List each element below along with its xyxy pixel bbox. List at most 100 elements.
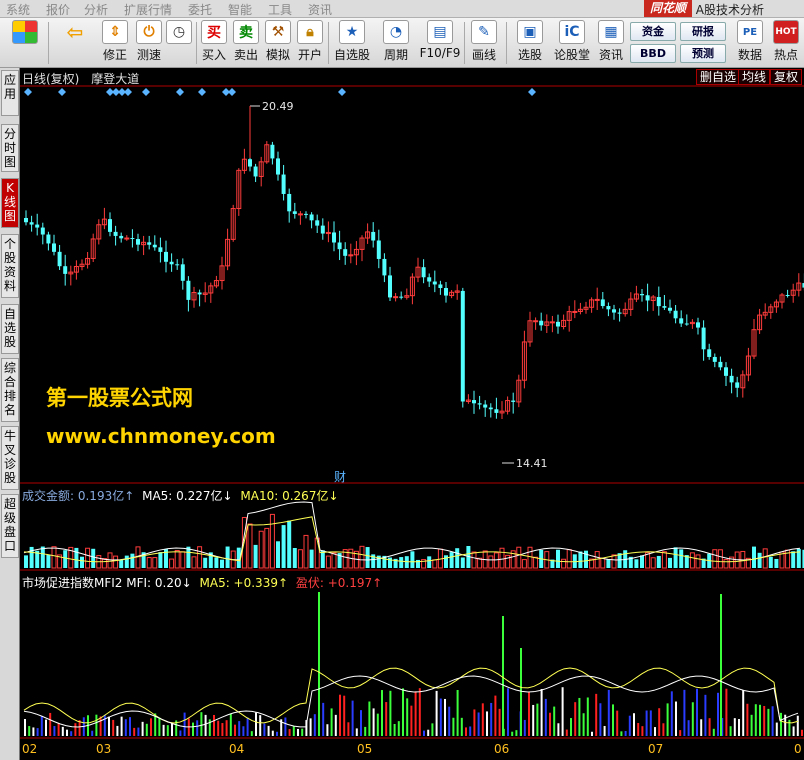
mfi-bar — [330, 708, 333, 736]
mfi-bar — [166, 725, 169, 736]
x-label-06: 06 — [494, 742, 510, 756]
menu-analysis[interactable]: 分析 — [84, 1, 108, 18]
forecast-button[interactable]: 预测 — [680, 44, 726, 63]
sell-button[interactable]: 卖 卖出 — [230, 20, 262, 66]
mfi-bar — [385, 702, 388, 736]
volume-bar — [712, 549, 718, 569]
tab-watchlist[interactable]: 自选股 — [1, 304, 19, 354]
menu-order[interactable]: 委托 — [188, 1, 212, 18]
volume-bar — [600, 557, 606, 569]
volume-bar — [258, 530, 264, 569]
open-account-button[interactable]: 🔒︎ 开户 — [294, 20, 326, 66]
volume-bar — [768, 556, 773, 568]
monitor-icon: ▣ — [517, 20, 543, 44]
finance-marker[interactable]: 财 — [334, 468, 346, 485]
mfi-bar — [578, 697, 581, 736]
menu-smart[interactable]: 智能 — [228, 1, 252, 18]
chart-canvas[interactable] — [20, 68, 804, 760]
forum-button[interactable]: iC 论股堂 — [552, 20, 592, 66]
mfi-bar — [196, 720, 199, 736]
research-report-button[interactable]: 研报 — [680, 22, 726, 41]
volume-bar — [606, 559, 611, 568]
mfi-bar — [322, 702, 325, 736]
mfi-bar — [326, 724, 329, 736]
pen-icon: ✎ — [471, 20, 497, 44]
news-button[interactable]: ▦ 资讯 — [594, 20, 628, 66]
draw-line-button[interactable]: ✎ 画线 — [466, 20, 502, 66]
fix-button[interactable]: ⇕ 修正 — [98, 20, 132, 66]
volume-bar — [63, 550, 68, 568]
candle-body — [124, 237, 130, 240]
mfi-bar — [565, 729, 568, 736]
mfi-bar — [70, 731, 73, 736]
mfi-bar — [494, 695, 497, 736]
mfi-bar — [754, 704, 757, 736]
tab-apps[interactable]: 应用 — [1, 70, 19, 116]
data-button[interactable]: PE 数据 — [734, 20, 766, 66]
news-icon: ▦ — [598, 20, 624, 44]
menu-tools[interactable]: 工具 — [268, 1, 292, 18]
mfi-bar — [738, 719, 740, 736]
volume-bar — [533, 556, 539, 569]
mfi-bar — [700, 719, 703, 736]
volume-bar — [101, 558, 107, 569]
mfi-bar — [204, 714, 207, 736]
stock-picker-button[interactable]: ▣ 选股 — [510, 20, 550, 66]
tab-intraday[interactable]: 分时图 — [1, 124, 19, 172]
back-button[interactable]: ⇦ — [58, 20, 92, 66]
mfi-bar — [641, 726, 644, 736]
mfi-bar — [108, 716, 110, 736]
bbd-button[interactable]: BBD — [630, 44, 676, 63]
speed-clock-button[interactable]: ◷ — [164, 20, 194, 66]
mfi-bar — [49, 712, 52, 736]
menu-quote[interactable]: 报价 — [46, 1, 70, 18]
mfi-bar — [691, 702, 694, 736]
mfi-bar — [36, 728, 39, 736]
mfi-bar — [603, 725, 606, 736]
mfi-bar — [40, 715, 43, 736]
fund-flow-button[interactable]: 资金 — [630, 22, 676, 41]
menu-news[interactable]: 资讯 — [308, 1, 332, 18]
mfi-bar — [586, 697, 589, 736]
f10-button[interactable]: ▤ F10/F9 — [418, 20, 462, 66]
watermark-title: 第一股票公式网 — [46, 386, 193, 410]
tab-kline[interactable]: K线图 — [1, 178, 19, 228]
tab-stock-info[interactable]: 个股资料 — [1, 234, 19, 298]
volume-bar — [214, 557, 219, 568]
mfi-bar — [32, 727, 35, 736]
chart-area[interactable]: 日线(复权) 摩登大道 删自选 均线 复权 20.49 14.41 财 第一股票… — [20, 68, 804, 760]
mfi-bar — [666, 703, 669, 736]
candle-body — [539, 320, 544, 326]
period-button[interactable]: ◔ 周期 — [376, 20, 416, 66]
mfi-bar — [267, 725, 270, 736]
arrows-icon: ⇕ — [102, 20, 128, 44]
mfi-bar — [360, 710, 362, 736]
mfi-bar — [544, 698, 547, 736]
candle-body — [52, 243, 56, 252]
mfi-bar — [343, 695, 346, 736]
hot-button[interactable]: HOT 热点 — [770, 20, 802, 66]
buy-button[interactable]: 买 买入 — [198, 20, 230, 66]
volume-bar — [650, 557, 656, 569]
candle-body — [656, 297, 661, 307]
tab-diagnosis[interactable]: 牛叉诊股 — [1, 426, 19, 490]
volume-legend: 成交金额: 0.193亿↑ MA5: 0.227亿↓ MA10: 0.267亿↓ — [22, 489, 339, 503]
mfi-bar — [729, 726, 732, 736]
menu-system[interactable]: 系统 — [6, 1, 30, 18]
mfi-bar — [192, 722, 194, 736]
speed-test-button[interactable]: ⏻ 测速 — [132, 20, 166, 66]
mfi-bar — [498, 708, 501, 736]
tab-ranking[interactable]: 综合排名 — [1, 358, 19, 422]
mfi-bar — [124, 719, 127, 736]
candle-body — [684, 323, 689, 325]
simulate-button[interactable]: ⚒ 模拟 — [262, 20, 294, 66]
candle-body — [472, 400, 476, 404]
layout-button[interactable] — [8, 20, 42, 66]
menu-ext-quote[interactable]: 扩展行情 — [124, 1, 172, 18]
candle-body — [276, 158, 280, 175]
mfi-bar — [45, 719, 47, 736]
tab-super-panel[interactable]: 超级盘口 — [1, 494, 19, 558]
x-label-03: 03 — [96, 742, 112, 756]
mfi-bar — [759, 704, 761, 736]
watchlist-button[interactable]: ★ 自选股 — [332, 20, 372, 66]
